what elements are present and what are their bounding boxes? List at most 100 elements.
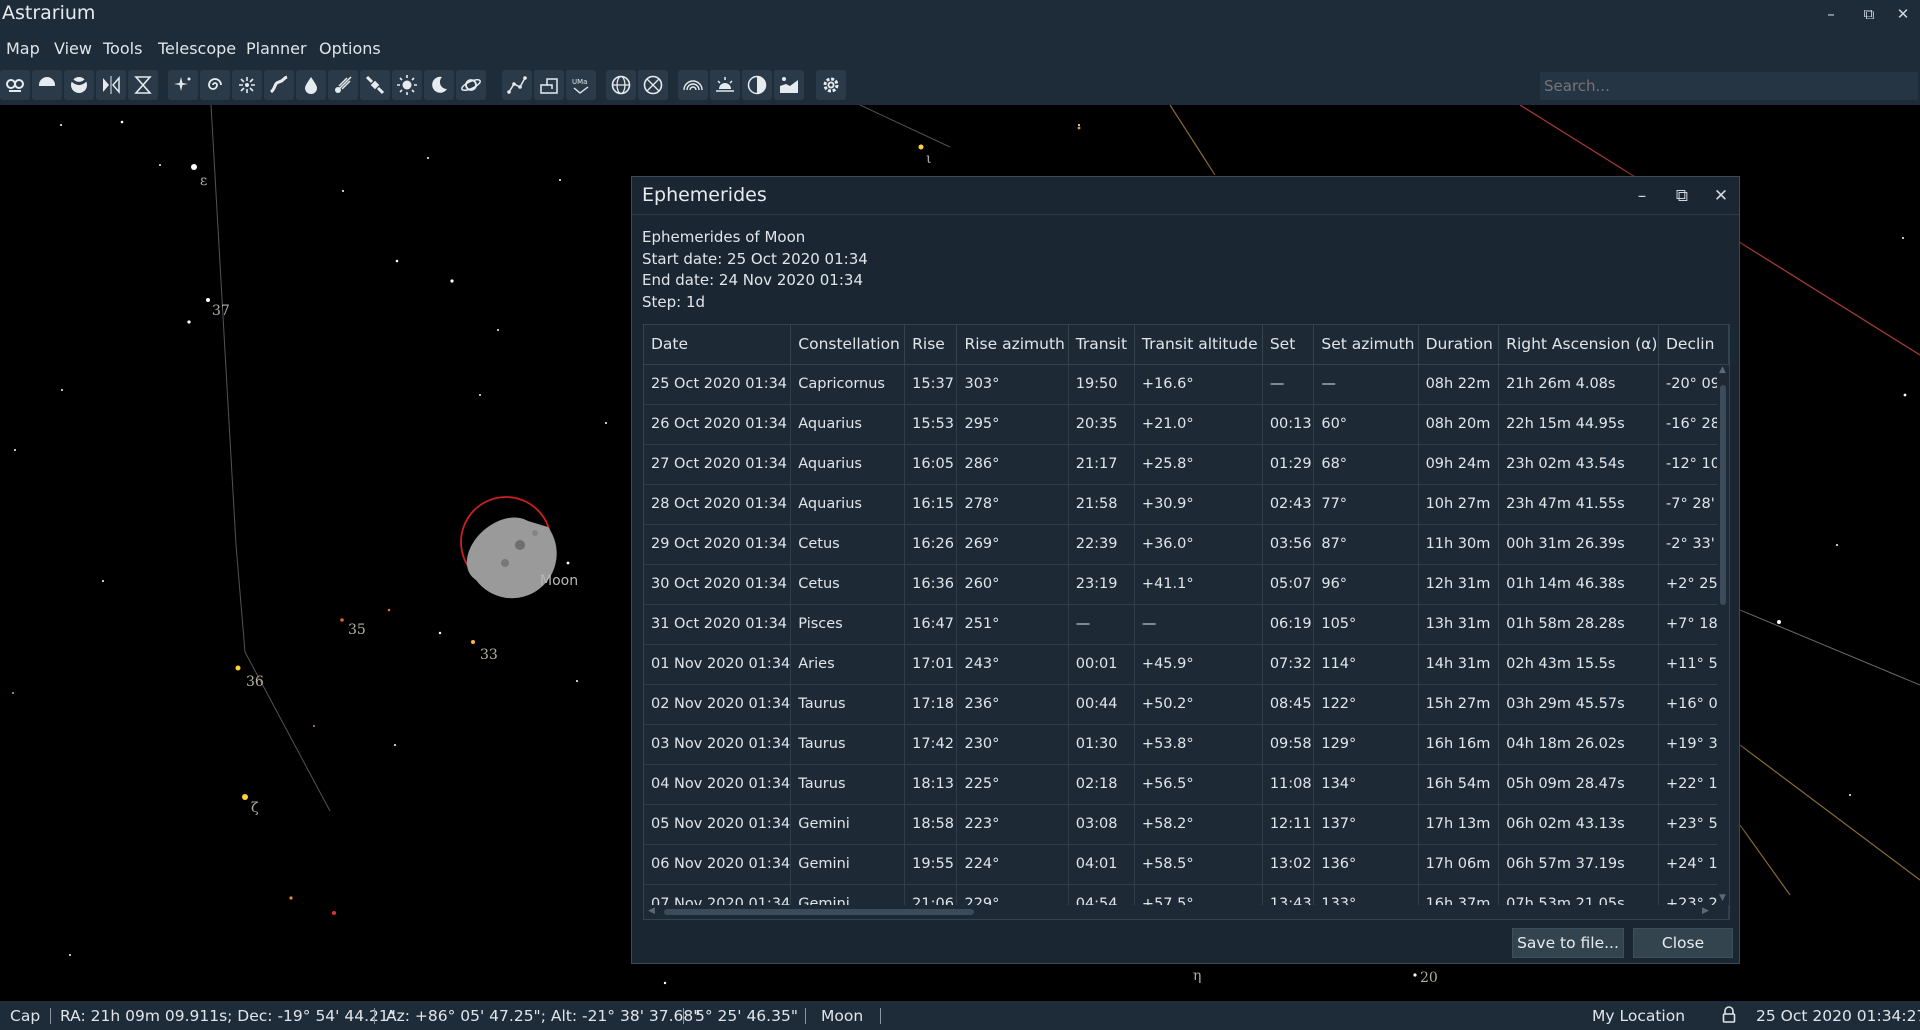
column-header[interactable]: Rise <box>904 325 958 365</box>
table-cell: +16.6° <box>1134 364 1263 405</box>
table-row[interactable]: 05 Nov 2020 01:34 Gemini 18:58 223° 03:08 +58… <box>644 804 1729 845</box>
column-header[interactable]: Set azimuth <box>1313 325 1419 365</box>
table-row[interactable]: 03 Nov 2020 01:34 Taurus 17:42 230° 01:30 +53… <box>644 724 1729 765</box>
table-cell: +56.5° <box>1134 764 1263 805</box>
table-cell: 21:58 <box>1068 484 1135 525</box>
status-location[interactable]: My Location <box>1592 1007 1685 1025</box>
table-cell: Taurus <box>790 724 906 765</box>
dialog-header[interactable]: Ephemerides – ⧉ ✕ <box>632 177 1739 215</box>
stars-icon[interactable] <box>168 70 198 100</box>
horizontal-scrollbar[interactable]: ◀ ▶ <box>644 905 1717 919</box>
satellite-icon[interactable] <box>360 70 390 100</box>
dialog-close-icon[interactable]: ✕ <box>1707 183 1735 209</box>
table-row[interactable]: 06 Nov 2020 01:34 Gemini 19:55 224° 04:01 +58… <box>644 844 1729 885</box>
galaxy-icon[interactable] <box>200 70 230 100</box>
equatorial-grid-icon[interactable] <box>606 70 636 100</box>
menu-tools[interactable]: Tools <box>103 39 142 58</box>
column-header[interactable]: Rise azimuth <box>956 325 1069 365</box>
owl-icon[interactable] <box>0 70 30 100</box>
ground-icon[interactable] <box>32 70 62 100</box>
save-to-file-button[interactable]: Save to file... <box>1512 928 1624 958</box>
table-row[interactable]: 28 Oct 2020 01:34 Aquarius 16:15 278° 21:58 +… <box>644 484 1729 525</box>
sun-horizon-icon[interactable] <box>710 70 740 100</box>
column-header[interactable]: Constellation <box>790 325 906 365</box>
lock-icon[interactable] <box>1722 1006 1736 1028</box>
table-cell: 225° <box>956 764 1069 805</box>
column-header[interactable]: Date <box>644 325 792 365</box>
dialog-restore-button[interactable]: ⧉ <box>1668 183 1696 209</box>
nebula-icon[interactable] <box>232 70 262 100</box>
table-cell: 20:35 <box>1068 404 1135 445</box>
table-cell: 05:07 <box>1262 564 1315 605</box>
status-fov: 5° 25' 46.35" <box>695 1007 798 1025</box>
table-cell: +50.2° <box>1134 684 1263 725</box>
table-row[interactable]: 30 Oct 2020 01:34 Cetus 16:36 260° 23:19 +41.… <box>644 564 1729 605</box>
constellation-labels-icon[interactable]: UMa <box>566 70 596 100</box>
scroll-left-icon[interactable]: ◀ <box>648 906 655 916</box>
table-cell: Pisces <box>790 604 906 645</box>
column-header[interactable]: Transit <box>1068 325 1135 365</box>
ecliptic-grid-icon[interactable] <box>638 70 668 100</box>
table-cell: 09h 24m <box>1418 444 1500 485</box>
column-header[interactable]: Declin <box>1658 325 1729 365</box>
table-row[interactable]: 27 Oct 2020 01:34 Aquarius 16:05 286° 21:17 +… <box>644 444 1729 485</box>
minimize-button[interactable]: – <box>1816 2 1846 26</box>
table-cell: 00:01 <box>1068 644 1135 685</box>
menu-options[interactable]: Options <box>319 39 381 58</box>
menu-view[interactable]: View <box>54 39 92 58</box>
table-row[interactable]: 31 Oct 2020 01:34 Pisces 16:47 251° — —06:19 1… <box>644 604 1729 645</box>
table-row[interactable]: 02 Nov 2020 01:34 Taurus 17:18 236° 00:44 +50… <box>644 684 1729 725</box>
column-header[interactable]: Right Ascension (α) <box>1498 325 1659 365</box>
milky-way-icon[interactable] <box>264 70 294 100</box>
settings-icon[interactable] <box>816 70 846 100</box>
phases-icon[interactable] <box>742 70 772 100</box>
drop-icon[interactable] <box>296 70 326 100</box>
constellation-lines-icon[interactable] <box>502 70 532 100</box>
planet-icon[interactable] <box>456 70 486 100</box>
status-horizontal-coords: Az: +86° 05' 47.25"; Alt: -21° 38' 37.68… <box>386 1007 701 1025</box>
star-label-33: 33 <box>480 647 498 663</box>
table-cell: 136° <box>1313 844 1419 885</box>
scroll-right-icon[interactable]: ▶ <box>1702 906 1709 916</box>
close-window-button[interactable]: ✕ <box>1888 2 1918 26</box>
table-row[interactable]: 01 Nov 2020 01:34 Aries 17:01 243° 00:01 +45.… <box>644 644 1729 685</box>
table-cell: 21h 26m 4.08s <box>1498 364 1659 405</box>
dialog-title: Ephemerides <box>642 184 767 206</box>
horizon-grid-icon[interactable] <box>678 70 708 100</box>
table-row[interactable]: 25 Oct 2020 01:34 Capricornus 15:37 303° 19:… <box>644 364 1729 405</box>
column-header[interactable]: Set <box>1262 325 1315 365</box>
menu-map[interactable]: Map <box>6 39 40 58</box>
close-button[interactable]: Close <box>1633 928 1733 958</box>
dialog-minimize-button[interactable]: – <box>1628 183 1656 209</box>
table-cell: 15:53 <box>904 404 958 445</box>
menu-telescope[interactable]: Telescope <box>158 39 236 58</box>
hourglass-icon[interactable] <box>128 70 158 100</box>
sun-icon[interactable] <box>392 70 422 100</box>
table-cell: 27 Oct 2020 01:34 <box>644 444 792 485</box>
scroll-up-icon[interactable]: ▲ <box>1719 365 1726 375</box>
mirror-icon[interactable] <box>96 70 126 100</box>
constellation-borders-icon[interactable] <box>534 70 564 100</box>
table-cell: 22h 15m 44.95s <box>1498 404 1659 445</box>
horizontal-scroll-thumb[interactable] <box>664 909 974 915</box>
restore-button[interactable]: ⧉ <box>1854 2 1884 26</box>
table-row[interactable]: 29 Oct 2020 01:34 Cetus 16:26 269° 22:39 +36.… <box>644 524 1729 565</box>
vertical-scroll-thumb[interactable] <box>1720 385 1726 605</box>
column-header[interactable]: Duration <box>1418 325 1500 365</box>
status-equatorial-coords: RA: 21h 09m 09.911s; Dec: -19° 54' 44.21… <box>60 1007 396 1025</box>
status-datetime[interactable]: 25 Oct 2020 01:34:27 <box>1756 1007 1920 1025</box>
comet-icon[interactable] <box>328 70 358 100</box>
table-cell: +53.8° <box>1134 724 1263 765</box>
moon-icon[interactable] <box>424 70 454 100</box>
landscape-icon[interactable] <box>774 70 804 100</box>
column-header[interactable]: Transit altitude <box>1134 325 1263 365</box>
table-row[interactable]: 26 Oct 2020 01:34 Aquarius 15:53 295° 20:35 +… <box>644 404 1729 445</box>
star-label-20: 20 <box>1420 970 1438 986</box>
ephemerides-table-container[interactable]: Date Constellation Rise Rise azimuth Transit… <box>643 324 1730 920</box>
table-row[interactable]: 04 Nov 2020 01:34 Taurus 18:13 225° 02:18 +56… <box>644 764 1729 805</box>
scroll-down-icon[interactable]: ▼ <box>1719 893 1726 903</box>
horizon-icon[interactable] <box>64 70 94 100</box>
vertical-scrollbar[interactable]: ▲ ▼ <box>1717 365 1729 905</box>
search-input[interactable] <box>1540 72 1918 100</box>
menu-planner[interactable]: Planner <box>246 39 307 58</box>
